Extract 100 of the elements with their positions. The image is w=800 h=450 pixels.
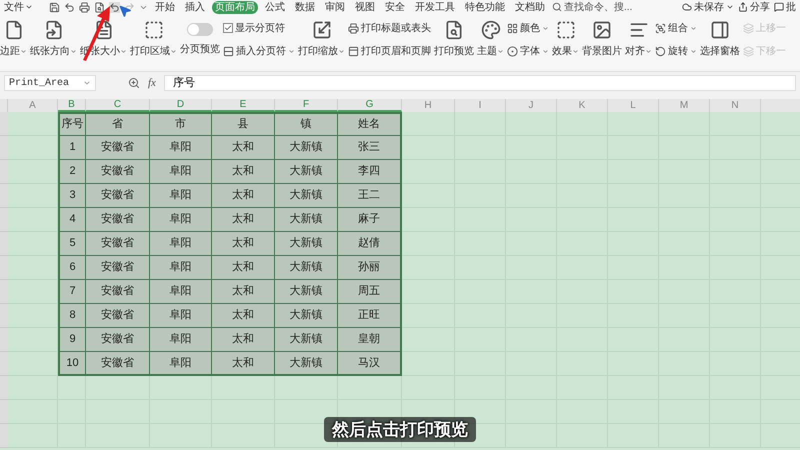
search-field[interactable]: 查找命令、搜... <box>552 0 632 14</box>
document-search-icon[interactable] <box>94 2 105 12</box>
table-cell: 阜阳 <box>150 304 212 328</box>
sheet-cell <box>402 328 455 352</box>
table-cell: 阜阳 <box>150 208 212 232</box>
row-header[interactable] <box>0 208 8 232</box>
formula-field[interactable]: 序号 <box>164 75 796 91</box>
table-cell: 太和 <box>212 304 275 328</box>
row-header[interactable] <box>0 160 8 184</box>
row-header[interactable] <box>0 184 8 208</box>
ribbon-button[interactable]: 主题 <box>477 16 504 62</box>
ribbon-button[interactable]: 对齐 <box>625 16 652 62</box>
sheet-cell <box>212 376 275 400</box>
row-header[interactable] <box>0 112 8 136</box>
sheet-cell <box>402 208 455 232</box>
table-cell: 太和 <box>212 136 275 160</box>
sheet-cell <box>402 232 455 256</box>
ribbon-tab[interactable]: 特色功能 <box>462 0 508 14</box>
ribbon-tab[interactable]: 数据 <box>292 0 318 14</box>
sheet-cell <box>402 352 455 376</box>
row-header[interactable] <box>0 328 8 352</box>
checkbox[interactable] <box>223 23 233 33</box>
table-cell: 阜阳 <box>150 256 212 280</box>
group-icon <box>655 22 666 34</box>
page-icon <box>4 20 24 40</box>
ribbon-button[interactable]: 打印页眉和页脚 <box>348 44 431 58</box>
caret-icon <box>690 48 697 54</box>
cloud-icon <box>682 2 692 12</box>
ribbon-button[interactable]: 字体 <box>507 44 549 58</box>
ribbon-button[interactable]: 显示分页符 <box>223 20 295 36</box>
sheet-cell <box>608 112 659 136</box>
sheet-cell <box>402 160 455 184</box>
caret-icon <box>726 3 734 11</box>
ribbon-tab[interactable]: 视图 <box>352 0 378 14</box>
sheet-cell <box>402 304 455 328</box>
ribbon-tab[interactable]: 审阅 <box>322 0 348 14</box>
ribbon-tab[interactable]: 插入 <box>182 0 208 14</box>
ribbon-button[interactable]: 组合 <box>655 20 697 36</box>
sheet-cell <box>710 112 761 136</box>
row-header[interactable] <box>0 232 8 256</box>
save-icon[interactable] <box>49 2 60 12</box>
ribbon-button[interactable]: 打印缩放 <box>298 16 345 62</box>
dashed-frame-icon <box>556 20 576 40</box>
row-header[interactable] <box>0 280 8 304</box>
resize-icon <box>312 20 332 40</box>
corner-cell[interactable] <box>0 99 8 112</box>
undo-icon[interactable] <box>109 2 120 12</box>
grid-icon <box>507 22 518 34</box>
ribbon-button[interactable]: 颜色 <box>507 20 549 36</box>
sheet-cell <box>557 112 608 136</box>
name-box[interactable]: Print_Area <box>4 75 96 91</box>
ribbon-tab[interactable]: 开发工具 <box>412 0 458 14</box>
ribbon-button[interactable]: 纸张方向 <box>30 16 77 62</box>
ribbon-button[interactable]: 打印区域 <box>130 16 177 62</box>
comment-button[interactable]: 批 <box>774 0 796 14</box>
table-cell: 5 <box>58 232 86 256</box>
table-cell: 1 <box>58 136 86 160</box>
zoom-icon[interactable] <box>128 77 140 89</box>
row-header[interactable] <box>0 400 8 424</box>
row-header[interactable] <box>0 376 8 400</box>
ribbon-tab[interactable]: 公式 <box>262 0 288 14</box>
ribbon-button[interactable]: 打印预览 <box>434 16 474 62</box>
caret-icon <box>690 24 697 32</box>
sheet-cell <box>455 112 506 136</box>
table-cell: 姓名 <box>338 112 402 136</box>
row-header[interactable] <box>0 256 8 280</box>
ribbon-tab[interactable]: 安全 <box>382 0 408 14</box>
ribbon-button[interactable]: 打印标题或表头 <box>348 20 431 36</box>
ribbon-button[interactable]: 背景图片 <box>582 16 622 62</box>
rows-icon <box>223 46 234 56</box>
table-cell: 8 <box>58 304 86 328</box>
unsaved-button[interactable]: 未保存 <box>682 0 734 14</box>
ribbon-button[interactable]: 插入分页符 <box>223 44 295 58</box>
sheet-cell <box>402 256 455 280</box>
row-header[interactable] <box>0 136 8 160</box>
row-header[interactable] <box>0 304 8 328</box>
caret-icon <box>542 48 549 54</box>
ribbon-tab[interactable]: 文档助 <box>512 0 548 14</box>
row-header[interactable] <box>0 424 8 448</box>
table-cell: 阜阳 <box>150 160 212 184</box>
ribbon-button[interactable]: 旋转 <box>655 44 697 58</box>
ribbon-button[interactable]: 选择窗格 <box>700 16 740 62</box>
table-cell: 阜阳 <box>150 136 212 160</box>
ribbon-tab[interactable]: 开始 <box>152 0 178 14</box>
palette-icon <box>480 20 500 40</box>
share-button[interactable]: 分享 <box>738 0 770 14</box>
printer-icon[interactable] <box>79 2 90 12</box>
table-cell: 安徽省 <box>86 184 150 208</box>
undo-icon[interactable] <box>64 2 75 12</box>
table-cell: 太和 <box>212 280 275 304</box>
toggle-button[interactable]: 分页预览 <box>180 16 220 62</box>
redo-icon[interactable] <box>124 2 135 12</box>
table-cell: 阜阳 <box>150 328 212 352</box>
ribbon-button[interactable]: 效果 <box>552 16 579 62</box>
sheet-cell <box>86 376 150 400</box>
sheet-cell <box>338 376 402 400</box>
row-header[interactable] <box>0 352 8 376</box>
table-cell: 安徽省 <box>86 352 150 376</box>
table-cell: 太和 <box>212 352 275 376</box>
ribbon-button[interactable]: 边距 <box>0 16 27 62</box>
